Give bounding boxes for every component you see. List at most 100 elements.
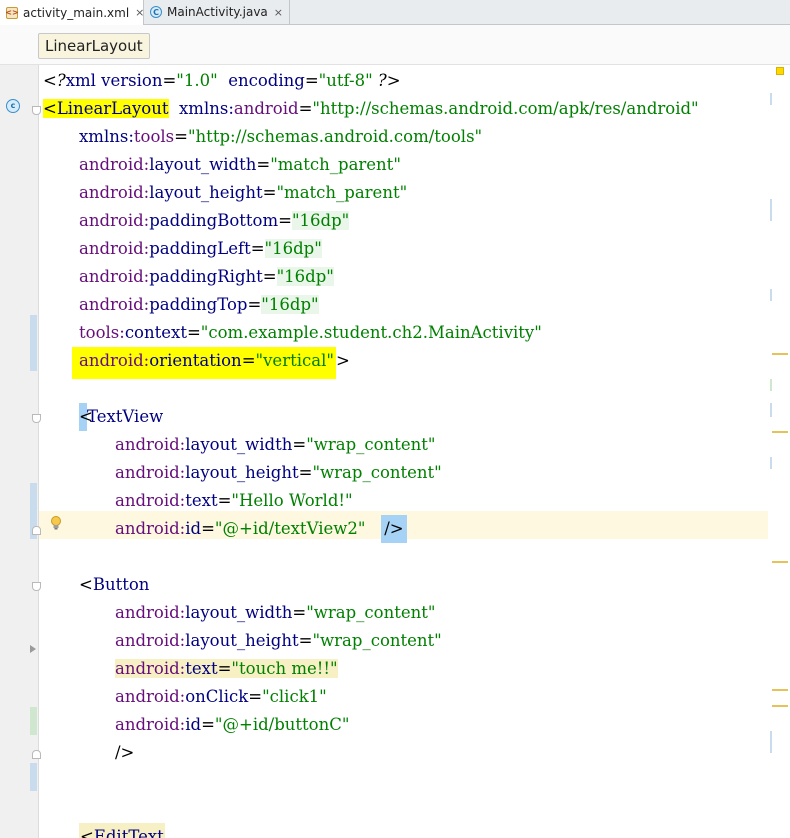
code-token: = bbox=[248, 687, 263, 706]
code-token: "16dp" bbox=[276, 267, 334, 286]
stripe-marker bbox=[770, 289, 772, 301]
code-token: android: bbox=[79, 239, 150, 258]
code-token: android: bbox=[79, 295, 150, 314]
code-line: android:onClick="click1" bbox=[115, 683, 327, 711]
code-token: layout_height bbox=[185, 631, 299, 650]
code-line: android:layout_height="wrap_content" bbox=[115, 627, 442, 655]
close-tab-icon[interactable]: × bbox=[135, 6, 144, 19]
code-token: = bbox=[250, 239, 265, 258]
code-token: "@+id/textView2" bbox=[214, 519, 366, 538]
code-token: layout_width bbox=[185, 435, 293, 454]
code-token: paddingTop bbox=[149, 295, 248, 314]
code-token: = bbox=[262, 267, 277, 286]
code-token: = bbox=[256, 155, 271, 174]
code-line: android:paddingBottom="16dp" bbox=[79, 207, 350, 235]
close-tab-icon[interactable]: × bbox=[274, 6, 283, 19]
code-token: = bbox=[304, 71, 319, 90]
code-line: android:layout_width="wrap_content" bbox=[115, 431, 435, 459]
code-token: xmlns: bbox=[79, 127, 134, 146]
code-token: "http://schemas.android.com/apk/res/andr… bbox=[312, 99, 699, 118]
code-token: android: bbox=[79, 211, 150, 230]
code-token: = bbox=[201, 519, 215, 538]
code-line: android:layout_height="match_parent" bbox=[79, 179, 407, 207]
code-token: "touch me!!" bbox=[231, 659, 338, 678]
code-token: = bbox=[186, 323, 201, 342]
code-line: android:paddingLeft="16dp" bbox=[79, 235, 322, 263]
error-stripe[interactable] bbox=[768, 65, 790, 838]
code-token: encoding bbox=[228, 71, 305, 90]
stripe-marker bbox=[770, 93, 772, 105]
code-line: <Button bbox=[79, 571, 149, 599]
code-line: android:paddingRight="16dp" bbox=[79, 263, 334, 291]
code-line: android:layout_width="match_parent" bbox=[79, 151, 401, 179]
code-token: = bbox=[217, 491, 232, 510]
code-token: = bbox=[292, 435, 307, 454]
code-token: /> bbox=[381, 515, 407, 543]
code-line: <EditText bbox=[79, 823, 165, 838]
stripe-marker bbox=[770, 403, 772, 417]
code-token: id bbox=[185, 715, 202, 734]
code-token: = bbox=[278, 211, 292, 230]
code-token: < bbox=[43, 99, 57, 118]
code-line: android:layout_height="wrap_content" bbox=[115, 459, 442, 487]
code-token: "wrap_content" bbox=[306, 603, 436, 622]
tab-mainactivity-java[interactable]: C MainActivity.java × bbox=[144, 0, 290, 24]
code-line: android:paddingTop="16dp" bbox=[79, 291, 319, 319]
code-token: "16dp" bbox=[291, 211, 350, 230]
change-marker bbox=[30, 315, 37, 371]
code-token: EditText bbox=[93, 827, 164, 838]
stripe-marker bbox=[772, 353, 788, 355]
code-token: paddingBottom bbox=[149, 211, 279, 230]
code-line: xmlns:tools="http://schemas.android.com/… bbox=[79, 123, 482, 151]
code-token: = bbox=[241, 351, 256, 370]
code-token: android: bbox=[115, 491, 186, 510]
code-token: android: bbox=[115, 687, 186, 706]
code-line: android:id="@+id/textView2" /> bbox=[115, 515, 407, 543]
stripe-marker bbox=[770, 379, 772, 391]
tab-activity-main-xml[interactable]: <> activity_main.xml × bbox=[0, 0, 144, 25]
code-token: TextView bbox=[87, 407, 164, 426]
collapsed-region-arrow-icon[interactable] bbox=[30, 645, 36, 653]
code-token: = bbox=[298, 99, 313, 118]
code-token: xml bbox=[65, 71, 96, 90]
code-token: android bbox=[233, 99, 299, 118]
code-token: android: bbox=[79, 267, 150, 286]
code-token: "wrap_content" bbox=[312, 631, 442, 650]
stripe-marker bbox=[770, 731, 772, 753]
code-token: = bbox=[201, 715, 215, 734]
code-token: = bbox=[217, 659, 232, 678]
java-class-icon: C bbox=[150, 6, 162, 18]
code-token: paddingRight bbox=[149, 267, 263, 286]
inspection-status-icon[interactable] bbox=[776, 67, 784, 75]
code-token: = bbox=[298, 463, 313, 482]
code-editor[interactable]: <?xml version="1.0" encoding="utf-8" ?> … bbox=[38, 65, 768, 838]
code-token: text bbox=[185, 659, 218, 678]
code-token: < bbox=[43, 71, 57, 90]
tab-label: activity_main.xml bbox=[23, 5, 130, 20]
code-token: android: bbox=[115, 603, 186, 622]
code-token: > bbox=[335, 351, 350, 370]
code-token: "Hello World!" bbox=[231, 491, 353, 510]
code-line: android:text="Hello World!" bbox=[115, 487, 353, 515]
code-token: ?> bbox=[372, 71, 401, 90]
code-token: "wrap_content" bbox=[306, 435, 436, 454]
code-token: layout_height bbox=[185, 463, 299, 482]
code-line: android:orientation="vertical" > bbox=[72, 347, 350, 379]
code-token: layout_height bbox=[149, 183, 263, 202]
code-line: android:layout_width="wrap_content" bbox=[115, 599, 435, 627]
stripe-marker bbox=[770, 457, 772, 469]
code-token: android: bbox=[79, 155, 150, 174]
code-token: android: bbox=[115, 631, 186, 650]
tab-label: MainActivity.java bbox=[167, 5, 268, 19]
breadcrumb-item[interactable]: LinearLayout bbox=[38, 33, 150, 59]
code-token: id bbox=[185, 519, 202, 538]
code-token: android: bbox=[115, 519, 186, 538]
code-token: Button bbox=[92, 575, 150, 594]
code-token: android: bbox=[115, 659, 186, 678]
code-token: android: bbox=[79, 183, 150, 202]
code-token: "match_parent" bbox=[276, 183, 408, 202]
class-reference-icon[interactable]: c bbox=[6, 99, 20, 113]
stripe-marker bbox=[770, 199, 772, 221]
code-token: xmlns: bbox=[179, 99, 234, 118]
code-line: android:text="touch me!!" bbox=[115, 655, 338, 683]
